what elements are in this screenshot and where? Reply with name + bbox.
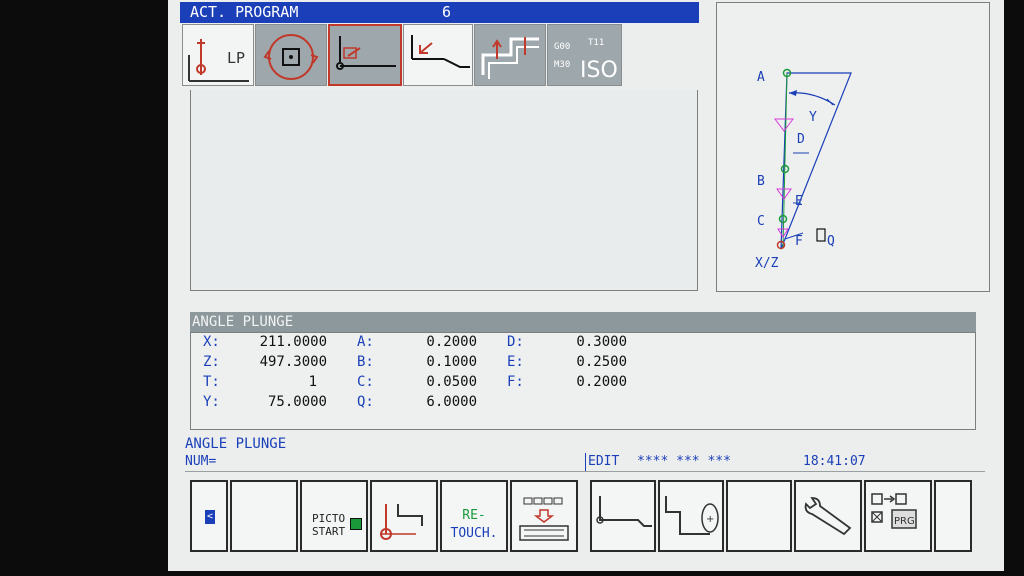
softkey-program-manager[interactable]: PRG bbox=[864, 480, 932, 552]
param-d-value[interactable]: 0.3000 bbox=[557, 333, 627, 351]
param-f-label: F: bbox=[507, 374, 524, 390]
profile-step-icon bbox=[596, 496, 652, 527]
angle-plunge-diagram: A Y D B E C F Q X/Z bbox=[716, 2, 990, 292]
svg-text:T11: T11 bbox=[588, 38, 604, 48]
diagram-label-d: D bbox=[797, 132, 805, 147]
message-line: ANGLE PLUNGE bbox=[185, 436, 287, 452]
step-profile-icon bbox=[481, 37, 539, 79]
program-title: ACT. PROGRAM bbox=[190, 3, 299, 21]
softkey-insert-block[interactable] bbox=[510, 480, 578, 552]
softkey-bar: < PICTO START RE- TOUCH. + PRG bbox=[186, 480, 976, 556]
wrench-icon bbox=[804, 497, 852, 536]
param-q-value[interactable]: 6.0000 bbox=[407, 393, 477, 411]
retouch-label-2: TOUCH. bbox=[450, 526, 498, 541]
toolbar-item-iso[interactable]: G00 T11 M30 ISO bbox=[547, 24, 622, 86]
diagram-label-f: F bbox=[795, 234, 803, 249]
program-number: 6 bbox=[442, 3, 452, 21]
param-x-label: X: bbox=[203, 334, 220, 350]
program-editor-area[interactable] bbox=[190, 90, 698, 291]
toolbar-item-rotation[interactable] bbox=[255, 24, 327, 86]
softkey-tool-path[interactable] bbox=[370, 480, 438, 552]
iso-code-icon: G00 T11 M30 ISO bbox=[554, 38, 618, 83]
svg-text:M30: M30 bbox=[554, 60, 570, 70]
param-f-value[interactable]: 0.2000 bbox=[557, 373, 627, 391]
start-indicator-icon bbox=[350, 518, 362, 530]
diagram-label-e: E bbox=[795, 194, 803, 209]
diagram-label-y: Y bbox=[809, 110, 817, 125]
param-c-value[interactable]: 0.0500 bbox=[407, 373, 477, 391]
toolbar-item-angle-entry[interactable] bbox=[403, 24, 473, 86]
rotation-icon bbox=[263, 34, 319, 80]
svg-text:+: + bbox=[706, 514, 714, 525]
param-d-label: D: bbox=[507, 334, 524, 350]
softkey-picto-start[interactable]: PICTO START bbox=[300, 480, 368, 552]
lathe-path-lp-icon: LP bbox=[188, 39, 249, 82]
svg-text:G00: G00 bbox=[554, 42, 570, 52]
softkey-back[interactable]: < bbox=[190, 480, 228, 552]
param-t-value[interactable]: 1 bbox=[237, 373, 317, 391]
params-title: ANGLE PLUNGE bbox=[192, 314, 294, 330]
insert-block-icon bbox=[519, 497, 569, 541]
param-e-label: E: bbox=[507, 354, 524, 370]
param-z-label: Z: bbox=[203, 354, 220, 370]
num-input-label[interactable]: NUM= bbox=[185, 453, 216, 471]
angle-plunge-icon bbox=[336, 36, 396, 70]
softkey-profile-a[interactable] bbox=[590, 480, 656, 552]
svg-text:ISO: ISO bbox=[580, 58, 618, 83]
param-y-value[interactable]: 75.0000 bbox=[237, 393, 327, 411]
softkey-retouch[interactable]: RE- TOUCH. bbox=[440, 480, 508, 552]
softkey-empty-2[interactable] bbox=[726, 480, 792, 552]
diagram-label-q: Q bbox=[827, 234, 835, 249]
param-b-label: B: bbox=[357, 354, 374, 370]
input-line: NUM= EDIT **** *** *** 18:41:07 bbox=[185, 453, 985, 472]
diagram-label-xz: X/Z bbox=[755, 256, 779, 271]
param-c-label: C: bbox=[357, 374, 374, 390]
params-header: ANGLE PLUNGE bbox=[190, 312, 976, 332]
param-a-value[interactable]: 0.2000 bbox=[407, 333, 477, 351]
prg-label: PRG bbox=[894, 516, 915, 527]
diagram-label-a: A bbox=[757, 70, 765, 85]
param-q-label: Q: bbox=[357, 394, 374, 410]
softkey-profile-b[interactable]: + bbox=[658, 480, 724, 552]
param-t-label: T: bbox=[203, 374, 220, 390]
param-b-value[interactable]: 0.1000 bbox=[407, 353, 477, 371]
param-e-value[interactable]: 0.2500 bbox=[557, 353, 627, 371]
retouch-label-1: RE- bbox=[462, 508, 486, 523]
angle-entry-icon bbox=[411, 35, 470, 68]
param-y-label: Y: bbox=[203, 394, 220, 410]
diagram-label-c: C bbox=[757, 214, 765, 229]
softkey-more[interactable] bbox=[934, 480, 972, 552]
toolbar-item-lp[interactable]: LP bbox=[182, 24, 254, 86]
program-icon-strip: LP G00 T11 M30 ISO bbox=[182, 24, 622, 88]
program-manager-icon: PRG bbox=[871, 493, 917, 529]
tool-path-icon bbox=[380, 504, 423, 540]
softkey-empty-1[interactable] bbox=[230, 480, 298, 552]
params-panel: X: 211.0000 Z: 497.3000 T: 1 Y: 75.0000 … bbox=[190, 332, 976, 430]
toolbar-item-angle-plunge[interactable] bbox=[328, 24, 402, 86]
title-bar: ACT. PROGRAM 6 bbox=[180, 2, 699, 23]
param-x-value[interactable]: 211.0000 bbox=[237, 333, 327, 351]
back-arrow-icon: < bbox=[205, 510, 215, 524]
cnc-screen: ACT. PROGRAM 6 LP G00 T11 M30 ISO A Y D … bbox=[168, 0, 1004, 571]
status-flags: **** *** *** bbox=[637, 454, 731, 469]
clock: 18:41:07 bbox=[803, 454, 866, 469]
param-a-label: A: bbox=[357, 334, 374, 350]
mode-indicator: EDIT bbox=[585, 453, 619, 471]
lp-label: LP bbox=[227, 49, 245, 67]
diagram-label-b: B bbox=[757, 174, 765, 189]
softkey-settings[interactable] bbox=[794, 480, 862, 552]
profile-groove-icon: + bbox=[665, 496, 719, 535]
param-z-value[interactable]: 497.3000 bbox=[237, 353, 327, 371]
toolbar-item-step-profile[interactable] bbox=[474, 24, 546, 86]
